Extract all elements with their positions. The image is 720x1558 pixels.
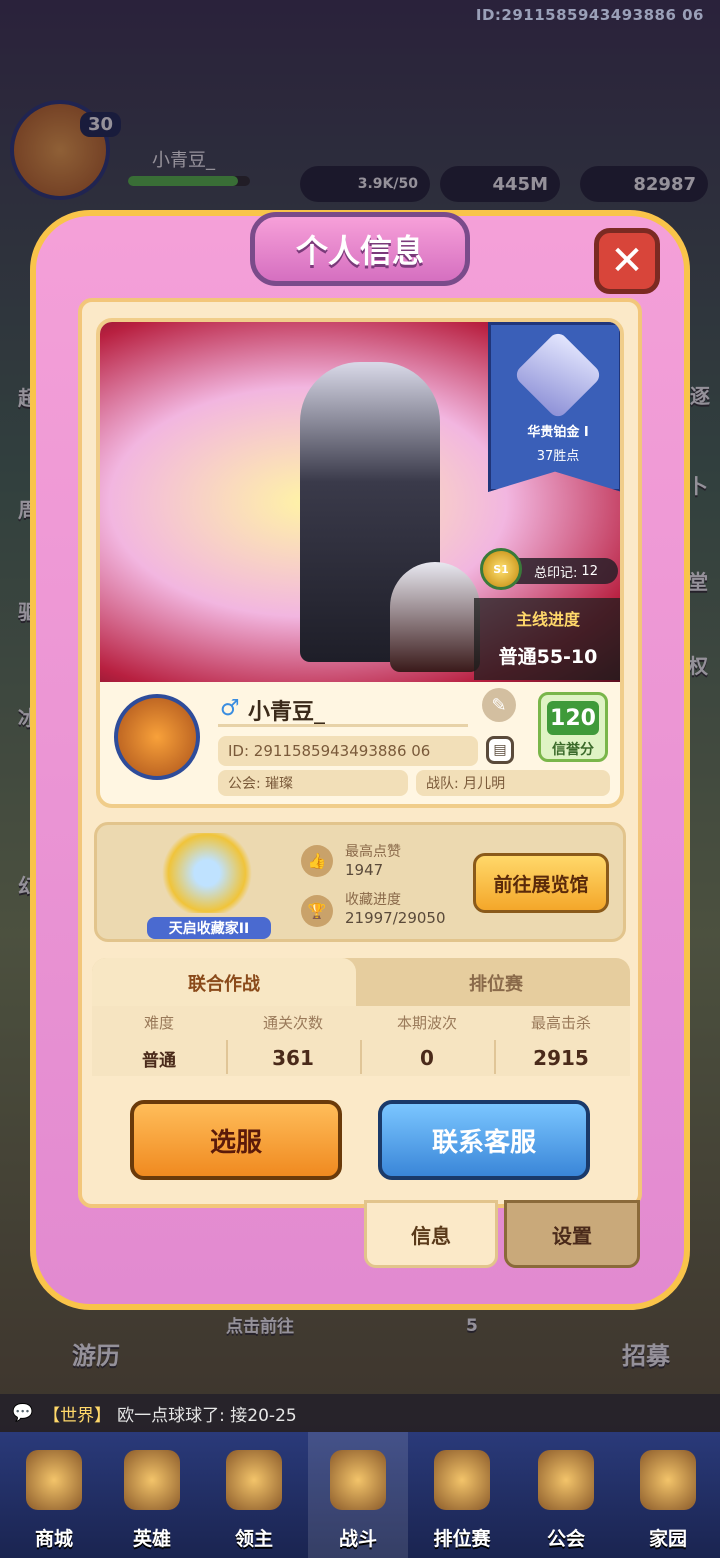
profile-avatar[interactable] bbox=[114, 694, 200, 780]
rank-points: 37胜点 bbox=[536, 449, 580, 464]
nav-label: 商城 bbox=[34, 1528, 73, 1550]
contact-support-button[interactable]: 联系客服 bbox=[378, 1100, 590, 1180]
guild-icon bbox=[538, 1450, 594, 1510]
lord-icon bbox=[226, 1450, 282, 1510]
profile-id-field: ID: 2911585943493886 06 bbox=[218, 736, 478, 766]
nav-label: 公会 bbox=[546, 1528, 585, 1550]
player-id-watermark: ID:2911585943493886 06 bbox=[475, 6, 704, 24]
nav-guild[interactable]: 公会 bbox=[516, 1432, 616, 1558]
edit-name-icon[interactable]: ✎ bbox=[482, 688, 516, 722]
tab-ranked[interactable]: 排位赛 bbox=[362, 958, 630, 1008]
table-header: 最高击杀 bbox=[530, 1014, 591, 1032]
world-chat-bar[interactable]: 💬 【世界】 欧一点球球了: 接20-25 bbox=[0, 1394, 720, 1432]
table-header: 本期波次 bbox=[396, 1014, 457, 1032]
likes-label: 最高点赞 bbox=[345, 844, 401, 860]
thumbs-up-icon: 👍 bbox=[301, 845, 333, 877]
rank-platinum-icon bbox=[512, 329, 604, 421]
nav-lord[interactable]: 领主 bbox=[204, 1432, 304, 1558]
shop-icon bbox=[26, 1450, 82, 1510]
battle-tabs: 联合作战 排位赛 bbox=[92, 958, 630, 1008]
collector-badge-icon bbox=[157, 833, 257, 913]
marks-value: 12 bbox=[581, 563, 598, 579]
profile-name: 小青豆_ bbox=[248, 700, 326, 725]
nav-label: 领主 bbox=[234, 1528, 273, 1550]
credit-value: 120 bbox=[547, 701, 599, 735]
gallery-button[interactable]: 前往展览馆 bbox=[473, 853, 609, 913]
table-cell: 361 bbox=[272, 1046, 314, 1070]
table-header: 难度 bbox=[143, 1014, 174, 1032]
nav-heroes[interactable]: 英雄 bbox=[102, 1432, 202, 1558]
nav-shop[interactable]: 商城 bbox=[4, 1432, 104, 1558]
table-header: 通关次数 bbox=[262, 1014, 323, 1032]
copy-id-icon[interactable]: ▤ bbox=[486, 736, 514, 764]
collector-title: 天启收藏家II bbox=[147, 917, 271, 939]
close-button[interactable]: ✕ bbox=[594, 228, 660, 294]
table-cell: 2915 bbox=[533, 1046, 589, 1070]
dialog-title: 个人信息 bbox=[250, 212, 470, 286]
male-icon: ♂ bbox=[220, 696, 240, 721]
nav-label: 战斗 bbox=[338, 1528, 377, 1550]
chat-message: 欧一点球球了: 接20-25 bbox=[117, 1405, 297, 1426]
trophy-icon: 🏆 bbox=[301, 895, 333, 927]
rank-name: 华贵铂金 I bbox=[527, 425, 589, 440]
mainline-progress: 主线进度 普通55-10 bbox=[474, 598, 620, 680]
chibi-figure bbox=[390, 562, 480, 672]
nav-ranked[interactable]: 排位赛 bbox=[412, 1432, 512, 1558]
name-underline bbox=[218, 724, 468, 727]
home-icon bbox=[640, 1450, 696, 1510]
nav-battle[interactable]: 战斗 bbox=[308, 1432, 408, 1558]
close-icon: ✕ bbox=[610, 238, 644, 284]
mainline-value: 普通55-10 bbox=[498, 646, 598, 668]
progress-label: 收藏进度 bbox=[345, 892, 401, 908]
nav-home[interactable]: 家园 bbox=[618, 1432, 718, 1558]
season-badge-icon: S1 bbox=[480, 548, 522, 590]
tab-settings[interactable]: 设置 bbox=[504, 1200, 640, 1268]
hero-showcase-card: 华贵铂金 I 37胜点 总印记: 12 S1 主线进度 普通55-10 ♂ 小青… bbox=[96, 318, 624, 808]
nav-label: 排位赛 bbox=[433, 1528, 491, 1550]
table-cell: 0 bbox=[420, 1046, 434, 1070]
marks-label: 总印记: bbox=[534, 565, 578, 581]
ranked-icon bbox=[434, 1450, 490, 1510]
progress-value: 21997/29050 bbox=[345, 909, 446, 927]
chat-icon: 💬 bbox=[12, 1403, 34, 1423]
tab-info[interactable]: 信息 bbox=[364, 1200, 498, 1268]
nav-label: 家园 bbox=[648, 1528, 687, 1550]
likes-value: 1947 bbox=[345, 861, 384, 879]
tab-coop[interactable]: 联合作战 bbox=[92, 958, 356, 1008]
mainline-title: 主线进度 bbox=[515, 610, 580, 629]
chat-channel: 【世界】 bbox=[43, 1405, 112, 1426]
guild-field: 公会: 璀璨 bbox=[218, 770, 408, 796]
nav-label: 英雄 bbox=[132, 1528, 171, 1550]
team-field: 战队: 月儿明 bbox=[416, 770, 610, 796]
select-server-button[interactable]: 选服 bbox=[130, 1100, 342, 1180]
credit-label: 信誉分 bbox=[552, 742, 594, 758]
stats-table: 难度 通关次数 本期波次 最高击杀 普通 361 0 2915 bbox=[92, 1006, 630, 1076]
table-cell: 普通 bbox=[142, 1051, 176, 1071]
battle-icon bbox=[330, 1450, 386, 1510]
heroes-icon bbox=[124, 1450, 180, 1510]
rank-banner[interactable]: 华贵铂金 I 37胜点 bbox=[488, 322, 620, 492]
credit-score[interactable]: 120 信誉分 bbox=[538, 692, 608, 762]
bottom-nav: 商城 英雄 领主 战斗 排位赛 公会 家园 bbox=[0, 1432, 720, 1558]
collection-panel: 天启收藏家II 👍 最高点赞 1947 🏆 收藏进度 21997/29050 前… bbox=[94, 822, 626, 942]
